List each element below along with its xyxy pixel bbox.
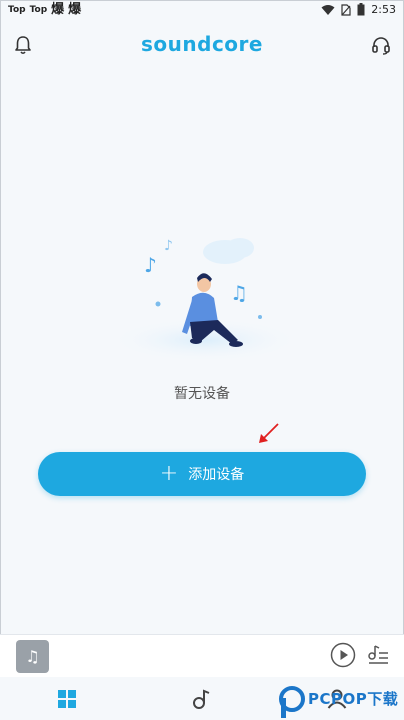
- music-note-icon: ♪: [164, 238, 173, 254]
- album-art-placeholder[interactable]: ♫: [16, 640, 49, 673]
- cloud-shape: [226, 238, 254, 258]
- headset-icon[interactable]: [370, 34, 392, 56]
- empty-state-illustration: ♪ ♪ ♫: [110, 238, 300, 362]
- no-sim-icon: [341, 3, 351, 16]
- status-left: Top Top 爆 爆: [8, 3, 81, 17]
- status-bar: Top Top 爆 爆 2:53: [0, 0, 404, 22]
- wifi-icon: [321, 4, 335, 15]
- watermark-text: PCPOP下载: [308, 690, 399, 708]
- music-note-icon: ♫: [230, 281, 248, 305]
- pcpop-logo-icon: [279, 686, 305, 718]
- grid-icon[interactable]: [55, 687, 79, 711]
- music-note-icon: ♫: [25, 647, 40, 666]
- status-right: 2:53: [321, 3, 396, 16]
- pcpop-watermark: PCPOP下载: [278, 684, 404, 720]
- battery-icon: [357, 3, 365, 16]
- add-device-label: 添加设备: [188, 467, 245, 483]
- status-time: 2:53: [371, 3, 396, 16]
- add-device-button[interactable]: + 添加设备: [38, 452, 366, 496]
- music-note-icon: ♪: [144, 253, 157, 277]
- mini-player: ♫: [0, 634, 404, 677]
- annotation-arrow: [259, 423, 279, 443]
- play-icon[interactable]: [330, 642, 356, 668]
- notification-app-label: Top: [29, 5, 48, 15]
- app-header: soundcore: [0, 26, 404, 62]
- notification-glyph: 爆: [68, 2, 82, 17]
- notification-app-label: Top: [8, 5, 26, 15]
- plus-icon: +: [159, 461, 179, 486]
- sparkle-dot: [258, 315, 262, 319]
- music-note-icon[interactable]: [190, 687, 214, 711]
- notification-glyph: 爆: [51, 2, 65, 17]
- empty-state-text: 暂无设备: [174, 386, 230, 402]
- app-logo: soundcore: [141, 32, 263, 56]
- playlist-icon[interactable]: [367, 643, 389, 667]
- sparkle-dot: [155, 301, 161, 307]
